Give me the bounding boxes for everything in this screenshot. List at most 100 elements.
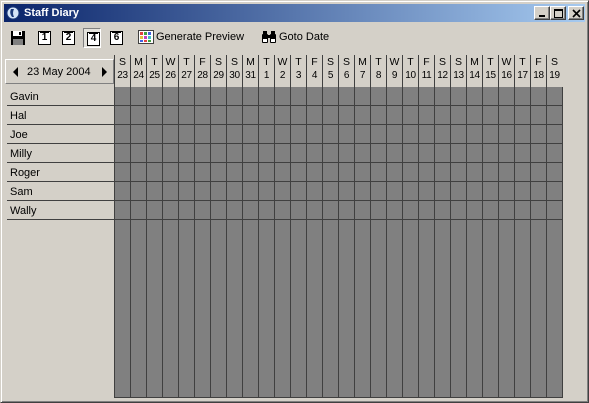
- title-bar[interactable]: Staff Diary: [4, 4, 585, 22]
- day-column-header[interactable]: T8: [370, 55, 386, 87]
- day-column-header[interactable]: T 15: [482, 55, 498, 87]
- weekday-letter: W: [277, 56, 288, 68]
- weekday-letter: F: [311, 56, 318, 68]
- weekday-letter: S: [214, 56, 222, 68]
- day-column-header[interactable]: F4: [306, 55, 322, 87]
- weekday-letter: T: [487, 56, 494, 68]
- day-column-header[interactable]: S 30: [226, 55, 242, 87]
- generate-preview-button[interactable]: Generate Preview: [135, 28, 245, 48]
- view-1-day-button[interactable]: 1: [35, 28, 53, 48]
- weekday-letter: W: [501, 56, 512, 68]
- preview-grid-icon: [138, 30, 154, 44]
- day-column-header[interactable]: S 12: [434, 55, 450, 87]
- day-number: 10: [405, 70, 416, 81]
- staff-name: Joe: [10, 129, 28, 141]
- day-column-header[interactable]: S 29: [210, 55, 226, 87]
- weekday-letter: T: [263, 56, 270, 68]
- day-column-header[interactable]: T 27: [178, 55, 194, 87]
- view-1-icon: 1: [38, 31, 51, 45]
- day-number: 3: [295, 70, 302, 81]
- staff-row[interactable]: Roger: [7, 163, 114, 182]
- schedule-grid[interactable]: [114, 87, 563, 398]
- staff-name: Roger: [10, 167, 40, 179]
- day-number: 31: [245, 70, 256, 81]
- save-button[interactable]: [9, 28, 27, 48]
- day-number: 19: [549, 70, 560, 81]
- staff-row[interactable]: Sam: [7, 182, 114, 201]
- day-number: 27: [181, 70, 192, 81]
- day-column-header[interactable]: T 17: [514, 55, 530, 87]
- binoculars-icon: [262, 31, 276, 43]
- day-column-header[interactable]: T 25: [146, 55, 162, 87]
- previous-arrow-icon[interactable]: [12, 67, 20, 77]
- weekday-letter: T: [519, 56, 526, 68]
- weekday-letter: S: [454, 56, 462, 68]
- weekday-letter: S: [550, 56, 558, 68]
- weekday-letter: W: [389, 56, 400, 68]
- day-number: 29: [213, 70, 224, 81]
- day-number: 8: [375, 70, 382, 81]
- weekday-letter: T: [407, 56, 414, 68]
- day-column-header[interactable]: T3: [290, 55, 306, 87]
- staff-row[interactable]: Gavin: [7, 87, 114, 106]
- weekday-letter: T: [375, 56, 382, 68]
- day-column-header[interactable]: S 23: [114, 55, 130, 87]
- maximize-button[interactable]: [550, 6, 566, 20]
- day-column-header[interactable]: W2: [274, 55, 290, 87]
- staff-row[interactable]: Wally: [7, 201, 114, 220]
- day-number: 5: [327, 70, 334, 81]
- day-column-header[interactable]: F 18: [530, 55, 546, 87]
- day-number: 23: [117, 70, 128, 81]
- weekday-letter: T: [295, 56, 302, 68]
- day-number: 30: [229, 70, 240, 81]
- staff-name: Gavin: [10, 91, 39, 103]
- day-column-header[interactable]: F 28: [194, 55, 210, 87]
- day-number: 11: [421, 70, 432, 81]
- weekday-letter: W: [165, 56, 176, 68]
- staff-row[interactable]: Milly: [7, 144, 114, 163]
- view-2-day-button[interactable]: 2: [59, 28, 77, 48]
- day-column-header[interactable]: S5: [322, 55, 338, 87]
- window-title: Staff Diary: [24, 7, 80, 19]
- view-6-icon: 6: [110, 31, 123, 45]
- close-button[interactable]: [568, 6, 584, 20]
- grid-lines: [114, 87, 563, 398]
- staff-name: Hal: [10, 110, 27, 122]
- next-arrow-icon[interactable]: [100, 67, 108, 77]
- day-column-header[interactable]: M 24: [130, 55, 146, 87]
- staff-row[interactable]: Joe: [7, 125, 114, 144]
- day-column-header[interactable]: W9: [386, 55, 402, 87]
- staff-name: Sam: [10, 186, 33, 198]
- day-column-header[interactable]: S 19: [546, 55, 562, 87]
- goto-date-button[interactable]: Goto Date: [258, 28, 333, 48]
- staff-list: Gavin Hal Joe Milly Roger Sam Wally: [7, 87, 114, 220]
- generate-preview-label: Generate Preview: [156, 31, 245, 43]
- weekday-letter: M: [246, 56, 255, 68]
- staff-name: Wally: [10, 205, 37, 217]
- day-number: 12: [437, 70, 448, 81]
- day-column-header[interactable]: T 10: [402, 55, 418, 87]
- day-number: 24: [133, 70, 144, 81]
- day-number: 16: [501, 70, 512, 81]
- day-column-header[interactable]: M 14: [466, 55, 482, 87]
- day-column-header[interactable]: F 11: [418, 55, 434, 87]
- minimize-button[interactable]: [534, 6, 550, 20]
- app-icon: [6, 6, 20, 20]
- floppy-disk-icon: [11, 31, 25, 45]
- view-4-day-button[interactable]: 4: [83, 28, 101, 48]
- day-number: 18: [533, 70, 544, 81]
- day-column-header[interactable]: S 13: [450, 55, 466, 87]
- minimize-icon: [539, 15, 545, 17]
- day-column-header[interactable]: T1: [258, 55, 274, 87]
- weekday-letter: F: [423, 56, 430, 68]
- current-date[interactable]: 23 May 2004: [27, 65, 91, 79]
- view-6-day-button[interactable]: 6: [107, 28, 125, 48]
- day-column-header[interactable]: W 26: [162, 55, 178, 87]
- staff-row[interactable]: Hal: [7, 106, 114, 125]
- day-column-header[interactable]: M 31: [242, 55, 258, 87]
- day-column-header[interactable]: M7: [354, 55, 370, 87]
- weekday-letter: S: [118, 56, 126, 68]
- day-column-header[interactable]: S6: [338, 55, 354, 87]
- staff-diary-window: Staff Diary 1 2 4 6 Generate Preview Got…: [0, 0, 589, 403]
- day-column-header[interactable]: W 16: [498, 55, 514, 87]
